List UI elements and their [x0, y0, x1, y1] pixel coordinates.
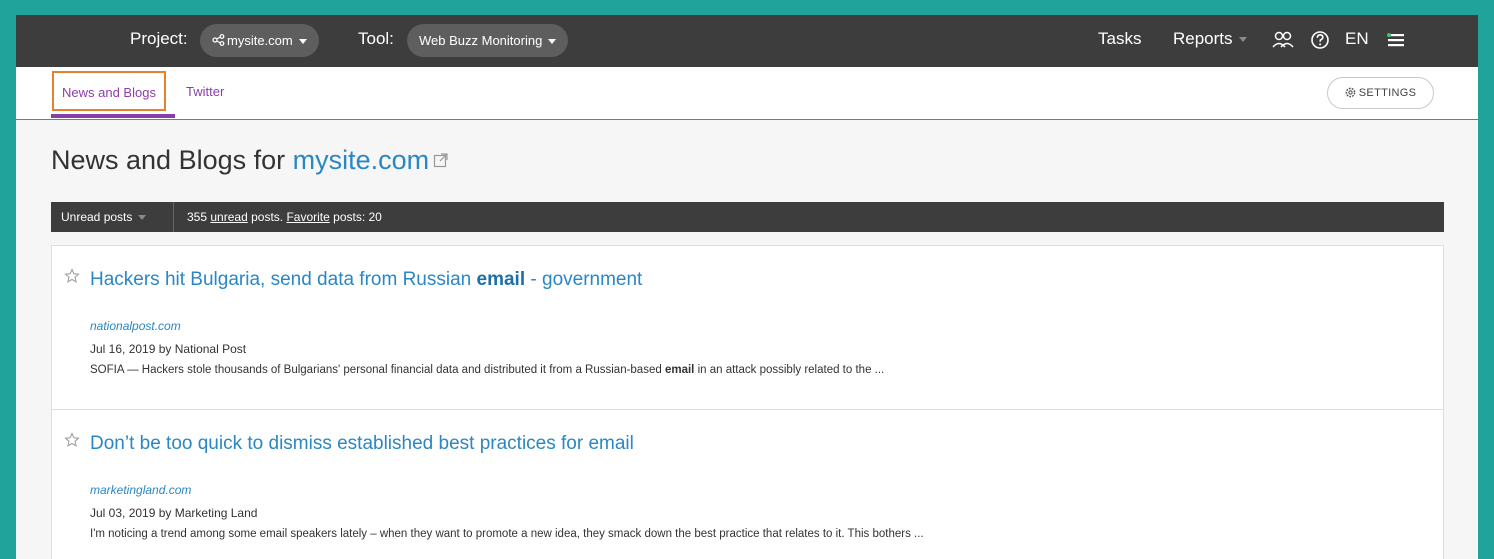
- users-icon[interactable]: [1271, 27, 1295, 53]
- project-label: Project:: [130, 29, 188, 48]
- page-title-site-link[interactable]: mysite.com: [293, 145, 430, 175]
- share-icon: [212, 34, 225, 46]
- post-title-text: Hackers hit Bulgaria, send data from Rus…: [90, 269, 472, 290]
- help-icon[interactable]: [1308, 27, 1332, 53]
- tabs-row: News and Blogs Twitter SETTINGS: [16, 67, 1478, 120]
- language-selector[interactable]: EN: [1345, 29, 1369, 49]
- chevron-down-icon: [138, 215, 147, 221]
- chevron-down-icon: [298, 39, 307, 45]
- tab-news-and-blogs[interactable]: News and Blogs: [52, 71, 166, 111]
- post-snippet: SOFIA — Hackers stole thousands of Bulga…: [90, 364, 884, 376]
- tool-label: Tool:: [358, 29, 394, 48]
- app-window: Project: mysite.com Tool: Web Buzz Monit…: [16, 15, 1478, 559]
- post-title-text-end: - government: [530, 269, 643, 290]
- settings-label: SETTINGS: [1358, 87, 1417, 99]
- post-snippet-text: SOFIA — Hackers stole thousands of Bulga…: [90, 364, 662, 376]
- post-title-link[interactable]: Hackers hit Bulgaria, send data from Rus…: [90, 269, 642, 291]
- chevron-down-icon: [1238, 37, 1247, 43]
- posts-text: posts.: [251, 210, 284, 224]
- reports-menu[interactable]: Reports: [1173, 29, 1247, 49]
- post-snippet: I'm noticing a trend among some email sp…: [90, 528, 924, 540]
- post-title-highlight: email: [476, 269, 526, 290]
- active-tab-indicator: [51, 114, 175, 118]
- post-snippet-text-end: in an attack possibly related to the ...: [697, 364, 885, 376]
- tab-twitter[interactable]: Twitter: [186, 84, 224, 99]
- star-icon[interactable]: [64, 432, 80, 448]
- tool-value: Web Buzz Monitoring: [419, 33, 543, 48]
- post-filter-dropdown[interactable]: Unread posts: [51, 202, 174, 232]
- post-filter-value: Unread posts: [61, 210, 133, 224]
- post-counts: 355 unread posts. Favorite posts: 20: [187, 202, 382, 232]
- project-value: mysite.com: [227, 33, 293, 48]
- page-title-prefix: News and Blogs for: [51, 145, 286, 175]
- top-bar: Project: mysite.com Tool: Web Buzz Monit…: [16, 15, 1478, 67]
- filter-bar: Unread posts 355 unread posts. Favorite …: [51, 202, 1444, 232]
- tasks-link[interactable]: Tasks: [1098, 29, 1141, 49]
- page-title: News and Blogs for mysite.com: [51, 145, 449, 176]
- project-selector[interactable]: mysite.com: [200, 24, 319, 57]
- posts-list: Hackers hit Bulgaria, send data from Rus…: [51, 245, 1444, 559]
- unread-link[interactable]: unread: [210, 210, 247, 224]
- menu-icon[interactable]: [1384, 27, 1408, 53]
- post-source-link[interactable]: marketingland.com: [90, 483, 191, 497]
- reports-label: Reports: [1173, 29, 1233, 48]
- gear-icon: [1345, 87, 1356, 98]
- post-source-link[interactable]: nationalpost.com: [90, 319, 181, 333]
- post-title-link[interactable]: Don’t be too quick to dismiss establishe…: [90, 433, 634, 455]
- chevron-down-icon: [548, 39, 557, 45]
- star-icon[interactable]: [64, 268, 80, 284]
- list-item: Hackers hit Bulgaria, send data from Rus…: [52, 246, 1443, 409]
- post-meta: Jul 16, 2019 by National Post: [90, 342, 247, 356]
- tool-selector[interactable]: Web Buzz Monitoring: [407, 24, 569, 57]
- favorite-link[interactable]: Favorite: [286, 210, 329, 224]
- external-link-icon[interactable]: [433, 152, 449, 168]
- post-snippet-highlight: email: [664, 364, 695, 376]
- unread-count: 355: [187, 210, 208, 224]
- post-meta: Jul 03, 2019 by Marketing Land: [90, 506, 258, 520]
- favorite-count: posts: 20: [333, 210, 382, 224]
- settings-button[interactable]: SETTINGS: [1327, 77, 1434, 109]
- list-item: Don’t be too quick to dismiss establishe…: [52, 409, 1443, 559]
